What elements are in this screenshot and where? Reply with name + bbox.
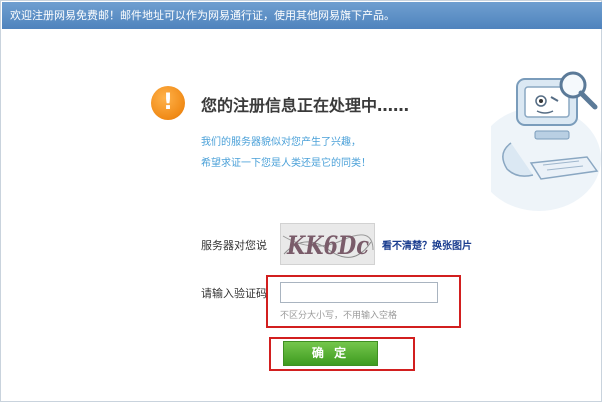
page-title: 您的注册信息正在处理中…… <box>201 96 410 115</box>
confirm-button[interactable]: 确 定 <box>283 341 378 366</box>
code-label: 请输入验证码 <box>201 287 267 300</box>
captcha-text: KK6Dc <box>286 231 369 260</box>
notice-line-1: 我们的服务器貌似对您产生了兴趣， <box>201 137 361 148</box>
registration-page: 欢迎注册网易免费邮！邮件地址可以作为网易通行证，使用其他网易旗下产品。 ! 您的… <box>0 0 602 402</box>
captcha-label: 服务器对您说 <box>201 239 267 252</box>
top-notice-bar: 欢迎注册网易免费邮！邮件地址可以作为网易通行证，使用其他网易旗下产品。 <box>2 2 602 29</box>
robot-computer-illustration <box>491 71 601 211</box>
refresh-captcha-link[interactable]: 看不清楚？换张图片 <box>382 237 472 252</box>
notice-line-2: 希望求证一下您是人类还是它的同类！ <box>201 158 371 169</box>
exclamation-icon: ! <box>151 86 185 120</box>
captcha-input[interactable] <box>280 282 438 303</box>
captcha-image: KK6Dc <box>280 223 375 265</box>
input-hint: 不区分大小写，不用输入空格 <box>280 311 398 321</box>
